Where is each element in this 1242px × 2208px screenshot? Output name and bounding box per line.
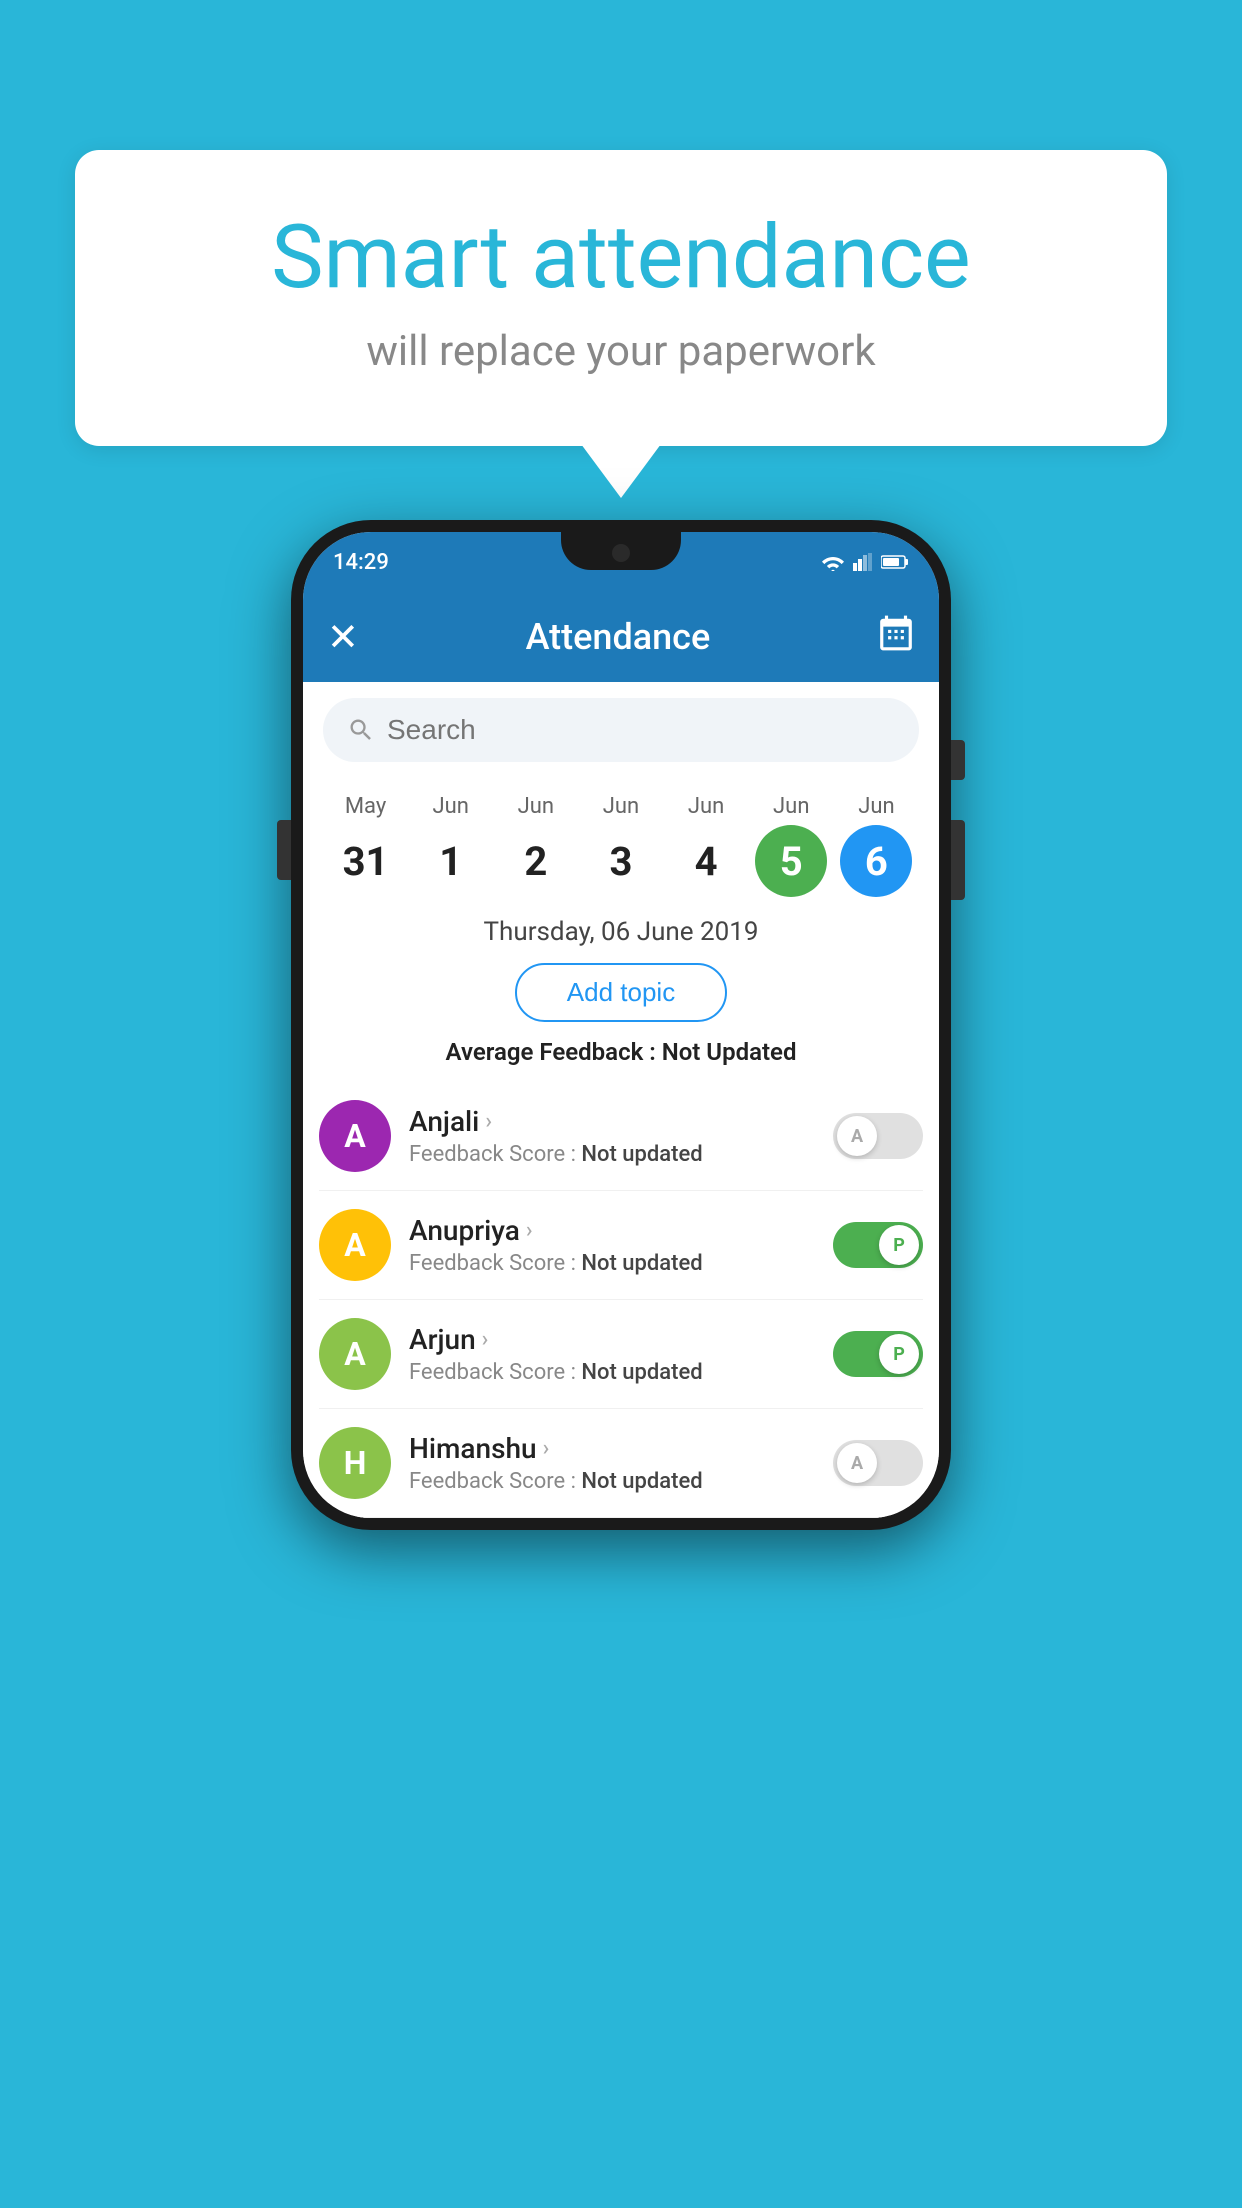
avatar: A [319,1209,391,1281]
toggle-knob: P [879,1225,919,1265]
cal-date: 4 [670,825,742,897]
cal-month: Jun [773,794,809,819]
student-name: Anupriya › [409,1214,815,1247]
add-topic-container: Add topic [303,959,939,1038]
side-button-right-bottom [951,820,965,900]
side-button-left [277,820,291,880]
student-info: Anjali › Feedback Score : Not updated [409,1105,815,1167]
attendance-toggle[interactable]: P [833,1222,923,1268]
calendar-day-5[interactable]: Jun 5 [755,794,827,897]
cal-date: 1 [415,825,487,897]
cal-month: Jun [432,794,468,819]
side-button-right-top [951,740,965,780]
feedback-score: Feedback Score : Not updated [409,1469,815,1494]
close-button[interactable]: ✕ [327,615,359,660]
phone-screen: 14:29 [303,532,939,1518]
student-name: Himanshu › [409,1432,815,1465]
search-input[interactable] [387,714,895,746]
bubble-subtitle: will replace your paperwork [155,327,1087,376]
avatar: A [319,1318,391,1390]
average-feedback: Average Feedback : Not Updated [303,1038,939,1082]
cal-month: Jun [603,794,639,819]
chevron-icon: › [543,1436,550,1461]
cal-date: 3 [585,825,657,897]
speech-bubble-container: Smart attendance will replace your paper… [75,150,1167,446]
student-item[interactable]: A Anupriya › Feedback Score : Not updated P [319,1191,923,1300]
cal-month: Jun [858,794,894,819]
cal-date: 6 [840,825,912,897]
status-time: 14:29 [333,550,389,575]
student-info: Anupriya › Feedback Score : Not updated [409,1214,815,1276]
student-name: Anjali › [409,1105,815,1138]
battery-icon [881,554,909,570]
chevron-icon: › [482,1327,489,1352]
feedback-score: Feedback Score : Not updated [409,1251,815,1276]
calendar-button[interactable] [877,614,915,661]
attendance-toggle[interactable]: A [833,1113,923,1159]
calendar-day-1[interactable]: Jun 1 [415,794,487,897]
cal-month: May [345,794,386,819]
calendar-day-4[interactable]: Jun 4 [670,794,742,897]
add-topic-button[interactable]: Add topic [515,963,727,1022]
avatar: H [319,1427,391,1499]
cal-date: 5 [755,825,827,897]
student-item[interactable]: A Anjali › Feedback Score : Not updated A [319,1082,923,1191]
phone-mockup: 14:29 [291,520,951,1530]
student-name: Arjun › [409,1323,815,1356]
student-list: AAnjali ›Feedback Score : Not updatedAAA… [303,1082,939,1518]
calendar-day-3[interactable]: Jun 3 [585,794,657,897]
attendance-toggle[interactable]: A [833,1440,923,1486]
phone-frame: 14:29 [291,520,951,1530]
student-item[interactable]: H Himanshu › Feedback Score : Not updated A [319,1409,923,1518]
cal-month: Jun [688,794,724,819]
app-bar: ✕ Attendance [303,592,939,682]
avatar: A [319,1100,391,1172]
status-bar: 14:29 [303,532,939,592]
screen-content: May 31 Jun 1 Jun 2 Jun 3 Jun 4 Jun 5 Jun 6 Thursday, … [303,698,939,1518]
search-bar[interactable] [323,698,919,762]
attendance-toggle[interactable]: P [833,1331,923,1377]
wifi-icon [821,553,845,571]
avg-feedback-label: Average Feedback : [446,1038,656,1066]
chevron-icon: › [526,1218,533,1243]
selected-date: Thursday, 06 June 2019 [303,897,939,959]
student-info: Arjun › Feedback Score : Not updated [409,1323,815,1385]
search-icon [347,716,375,744]
student-info: Himanshu › Feedback Score : Not updated [409,1432,815,1494]
calendar-strip: May 31 Jun 1 Jun 2 Jun 3 Jun 4 Jun 5 Jun 6 [303,778,939,897]
cal-month: Jun [518,794,554,819]
toggle-knob: P [879,1334,919,1374]
cal-date: 31 [330,825,402,897]
calendar-icon [877,614,915,652]
chevron-icon: › [485,1109,492,1134]
speech-bubble: Smart attendance will replace your paper… [75,150,1167,446]
status-icons [821,553,909,571]
avg-feedback-value: Not Updated [662,1038,797,1066]
calendar-day-6[interactable]: Jun 6 [840,794,912,897]
feedback-score: Feedback Score : Not updated [409,1142,815,1167]
toggle-knob: A [837,1443,877,1483]
notch [561,532,681,570]
student-item[interactable]: A Arjun › Feedback Score : Not updated P [319,1300,923,1409]
feedback-score: Feedback Score : Not updated [409,1360,815,1385]
app-title: Attendance [526,616,711,658]
cal-date: 2 [500,825,572,897]
toggle-knob: A [837,1116,877,1156]
calendar-day-2[interactable]: Jun 2 [500,794,572,897]
signal-icon [853,553,873,571]
camera [612,544,630,562]
calendar-day-0[interactable]: May 31 [330,794,402,897]
bubble-title: Smart attendance [155,210,1087,307]
